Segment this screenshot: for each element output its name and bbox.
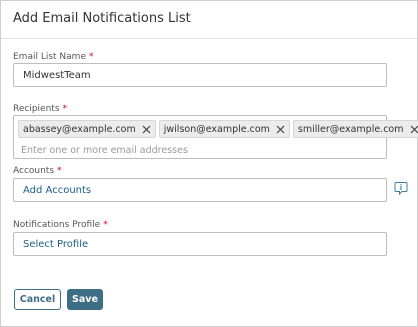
remove-chip-icon[interactable] (276, 124, 286, 134)
required-mark: * (62, 104, 68, 114)
accounts-label-text: Accounts (13, 166, 55, 176)
recipients-label-text: Recipients (13, 104, 60, 114)
cancel-button[interactable]: Cancel (14, 289, 61, 310)
recipient-chip-email: jwilson@example.com (163, 123, 270, 135)
save-button[interactable]: Save (67, 289, 103, 310)
add-accounts-link[interactable]: Add Accounts (23, 185, 91, 196)
add-email-notifications-dialog: Add Email Notifications List Email List … (0, 0, 418, 327)
recipient-chip: jwilson@example.com (158, 120, 290, 138)
info-icon[interactable] (394, 180, 408, 196)
recipient-chip: smiller@example.com (292, 120, 418, 138)
email-list-name-value: MidwestTeam (23, 70, 91, 81)
recipient-chip: abassey@example.com (18, 120, 156, 138)
email-list-name-label-text: Email List Name (13, 52, 86, 62)
select-profile-link[interactable]: Select Profile (23, 239, 88, 250)
required-mark: * (103, 220, 108, 230)
recipient-chips: abassey@example.com jwilson@example.com … (18, 120, 418, 138)
recipients-label: Recipients * (13, 104, 67, 114)
required-mark: * (57, 166, 62, 176)
title-divider (1, 38, 417, 39)
notifications-profile-selector[interactable]: Select Profile (13, 232, 387, 256)
recipient-chip-email: abassey@example.com (23, 123, 136, 135)
recipient-chip-email: smiller@example.com (297, 123, 404, 135)
remove-chip-icon[interactable] (410, 124, 418, 134)
recipients-input[interactable]: abassey@example.com jwilson@example.com … (13, 115, 418, 159)
remove-chip-icon[interactable] (142, 124, 152, 134)
required-mark: * (88, 52, 94, 62)
dialog-title: Add Email Notifications List (13, 11, 191, 26)
email-list-name-input[interactable]: MidwestTeam (13, 63, 387, 87)
notifications-profile-label-text: Notifications Profile (13, 220, 101, 230)
email-list-name-label: Email List Name * (13, 52, 93, 62)
accounts-label: Accounts * (13, 166, 62, 176)
recipients-placeholder: Enter one or more email addresses (21, 145, 188, 156)
accounts-selector[interactable]: Add Accounts (13, 178, 387, 202)
notifications-profile-label: Notifications Profile * (13, 220, 108, 230)
